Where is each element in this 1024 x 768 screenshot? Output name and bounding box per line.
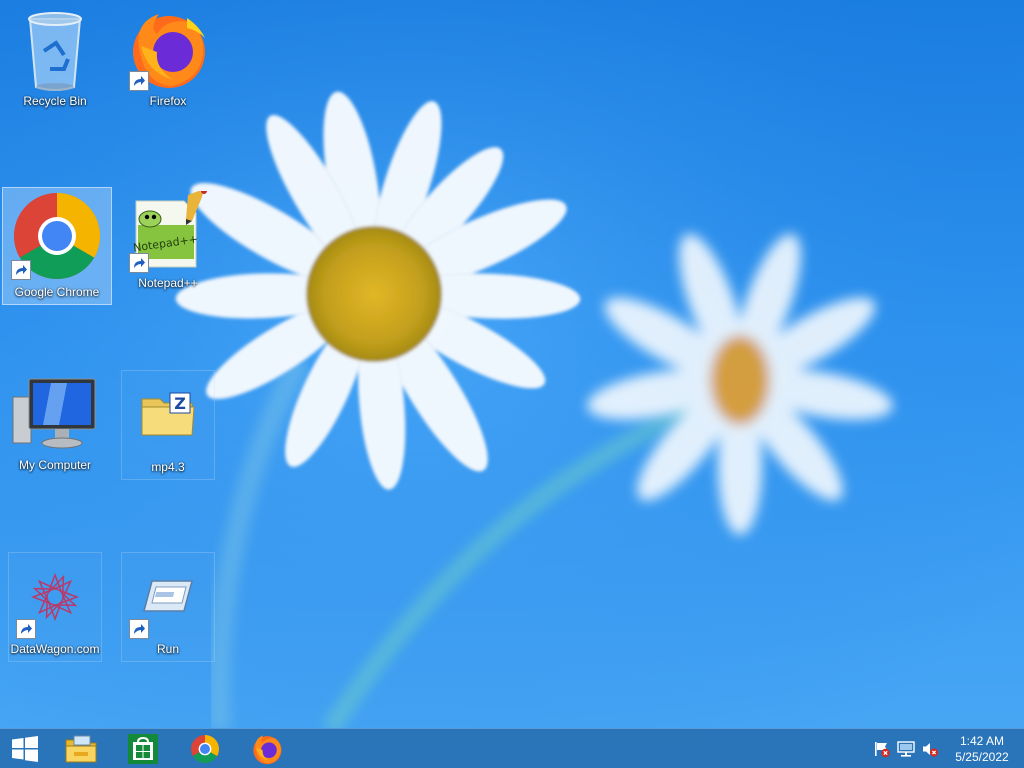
icon-label: Google Chrome [14,285,100,299]
shortcut-arrow-icon [129,619,149,639]
file-explorer-icon [65,735,97,763]
taskbar: 1:42 AM 5/25/2022 [0,728,1024,768]
taskbar-firefox-button[interactable] [242,729,292,768]
desktop-icon-firefox[interactable]: Firefox [121,4,215,114]
shortcut-arrow-icon [11,260,31,280]
desktop-icon-my-computer[interactable]: My Computer [8,368,102,478]
my-computer-icon [12,378,96,449]
taskbar-chrome-button[interactable] [180,729,230,768]
zip-folder-icon: Z [141,392,195,436]
recycle-bin-icon [28,12,82,91]
desktop-icon-google-chrome[interactable]: Google Chrome [2,187,112,305]
clock-date: 5/25/2022 [955,750,1009,764]
icon-label: DataWagon.com [10,642,100,656]
tray-action-center[interactable] [870,729,894,768]
shortcut-arrow-icon [129,253,149,273]
icon-label: My Computer [18,458,92,472]
desktop-icon-mp4-3[interactable]: Z mp4.3 [121,370,215,480]
shortcut-arrow-icon [16,619,36,639]
desktop-icon-recycle-bin[interactable]: Recycle Bin [8,4,102,114]
taskbar-clock[interactable]: 1:42 AM 5/25/2022 [940,729,1024,768]
icon-label: Firefox [149,94,187,108]
clock-time: 1:42 AM [959,734,1005,748]
volume-muted-icon [923,743,938,757]
icon-label: mp4.3 [151,460,185,474]
taskbar-file-explorer-button[interactable] [56,729,106,768]
desktop-icon-run[interactable]: Run [121,552,215,662]
tray-network[interactable] [894,729,918,768]
svg-text:Z: Z [174,394,186,413]
icon-label: Recycle Bin [23,94,87,108]
action-center-flag-icon [875,742,890,758]
taskbar-store-button[interactable] [118,729,168,768]
desktop-icon-notepad-plus-plus[interactable]: Notepad++ Notepad++ [121,186,215,296]
start-icon [12,736,38,762]
run-dialog-icon [143,580,193,612]
firefox-icon [253,735,282,765]
start-button[interactable] [0,729,50,768]
chrome-icon [191,735,219,763]
icon-label: Run [156,642,179,656]
datawagon-logo-icon [30,572,80,622]
shortcut-arrow-icon [129,71,149,91]
network-icon [897,741,915,757]
store-icon [128,734,158,764]
desktop[interactable]: Recycle Bin Firefox Google Chrome Notepa… [0,0,1024,768]
tray-volume[interactable] [918,729,942,768]
desktop-icon-datawagon[interactable]: DataWagon.com [8,552,102,662]
icon-label: Notepad++ [138,276,198,290]
